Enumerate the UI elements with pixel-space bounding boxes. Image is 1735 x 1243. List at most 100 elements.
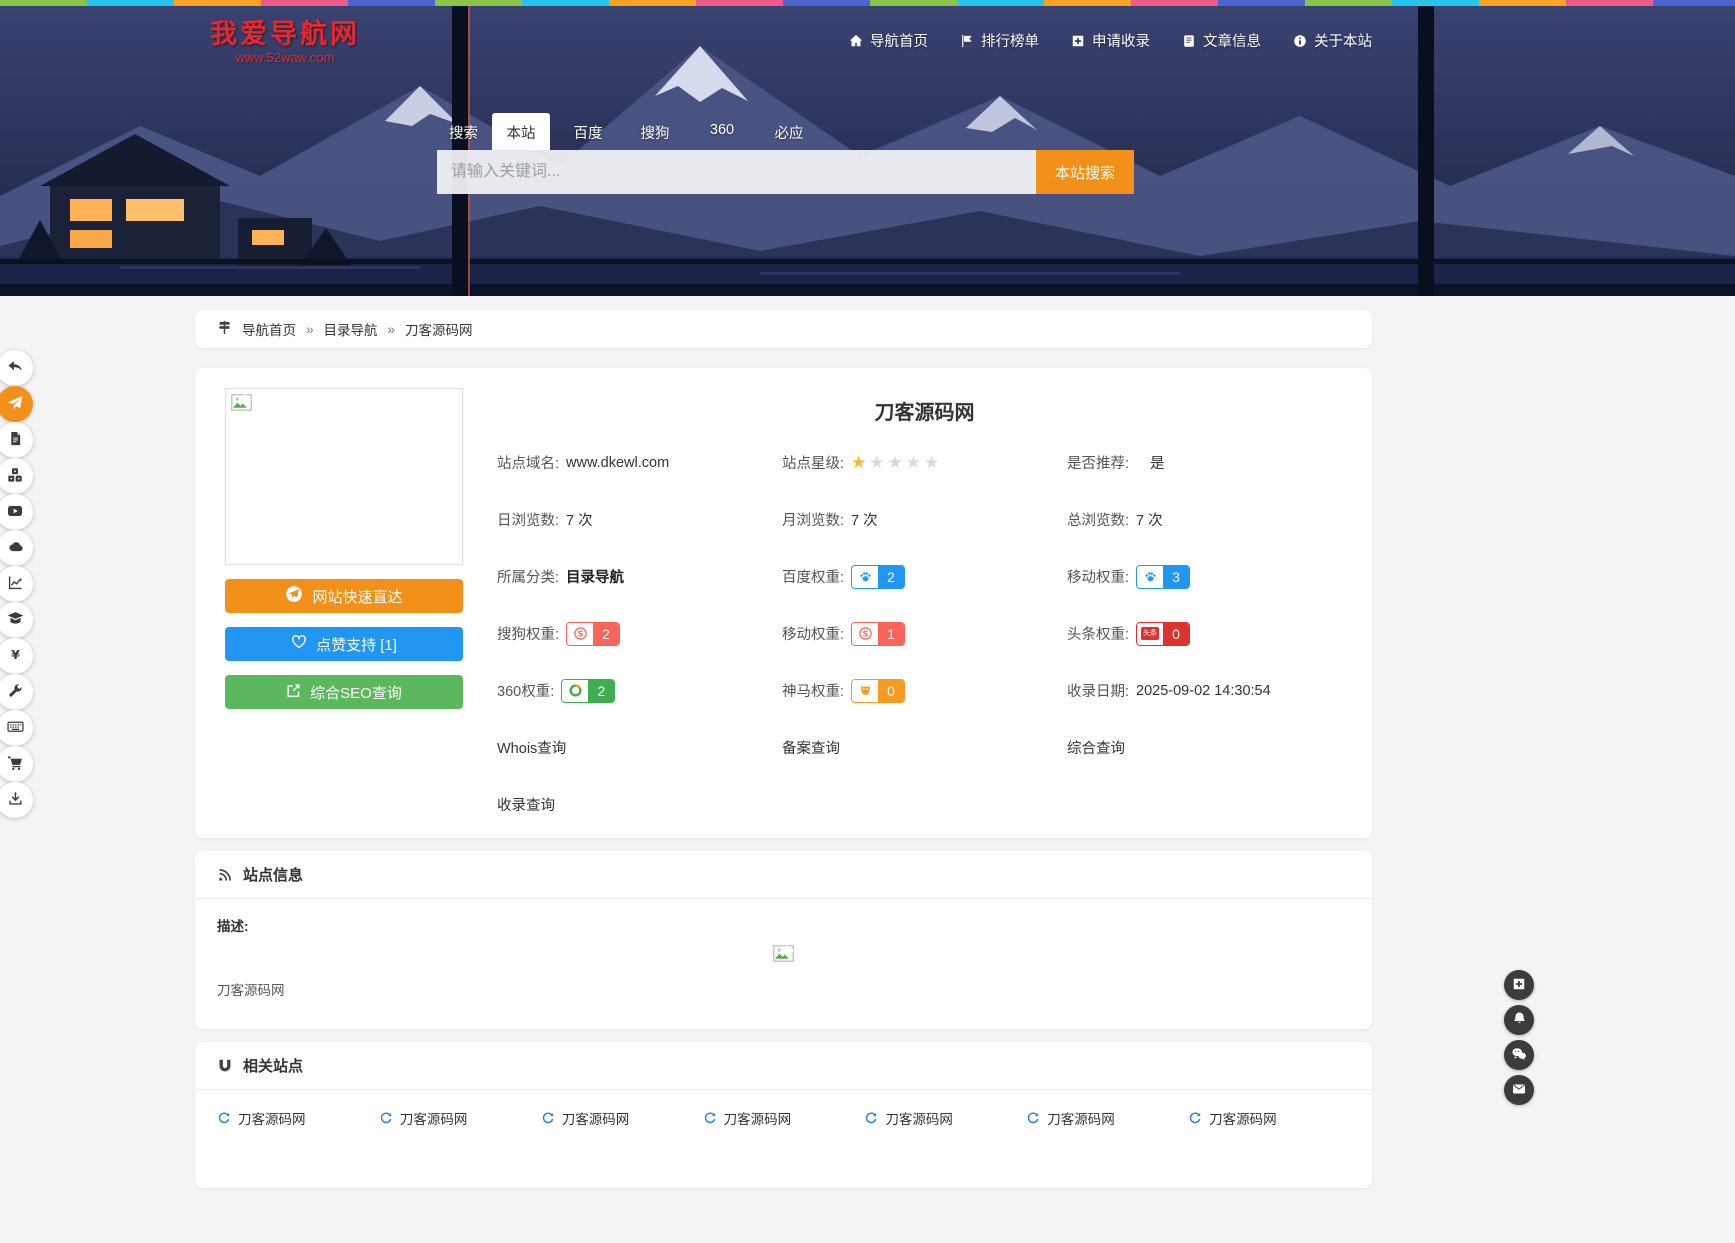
nav-item-flag[interactable]: 排行榜单: [960, 30, 1039, 51]
search-tab-搜狗[interactable]: 搜狗: [626, 113, 684, 150]
float-notify-button[interactable]: [1504, 1005, 1534, 1035]
star-icon: ★: [851, 453, 866, 473]
related-site-link[interactable]: 刀客源码网: [1026, 1108, 1188, 1128]
search-tab-百度[interactable]: 百度: [559, 113, 617, 150]
shenma-owl-icon: [852, 680, 878, 702]
search-tab-本站[interactable]: 本站: [492, 113, 550, 150]
site-info-heading: 站点信息: [243, 864, 303, 885]
nav-item-label: 申请收录: [1092, 30, 1150, 51]
related-sites-header: 相关站点: [195, 1042, 1372, 1090]
shenma-weight-badge[interactable]: 0: [851, 679, 905, 703]
zonghe-query-link[interactable]: 综合查询: [1067, 737, 1125, 758]
field-total-views: 总浏览数: 7 次: [1067, 508, 1352, 531]
nav-item-label: 导航首页: [870, 30, 928, 51]
float-mail-button[interactable]: [1504, 1075, 1534, 1105]
nav-item-label: 关于本站: [1314, 30, 1372, 51]
daily-views-value: 7 次: [566, 509, 593, 530]
sogou-weight-badge[interactable]: S 2: [566, 622, 620, 646]
info-icon: [1293, 34, 1307, 48]
baidu-paw-icon: [852, 566, 878, 588]
site-link-icon: [541, 1111, 555, 1125]
sidebar-item-youtube[interactable]: [0, 494, 33, 530]
seo-query-button[interactable]: 综合SEO查询: [225, 675, 463, 709]
main-content: 导航首页 » 目录导航 » 刀客源码网 网站快速直达 点赞支持 [1] 综合SE…: [195, 310, 1372, 1188]
field-baidu-mobile-weight: 移动权重: 3: [1067, 565, 1352, 588]
breadcrumb-separator: »: [306, 322, 314, 337]
related-sites-heading: 相关站点: [243, 1055, 303, 1076]
sidebar-item-paper-plane[interactable]: [0, 386, 33, 422]
nav-item-plus-square[interactable]: 申请收录: [1071, 30, 1150, 51]
logo-title: 我爱导航网: [200, 18, 370, 50]
seo-query-label: 综合SEO查询: [310, 682, 402, 703]
bell-icon: [1512, 1011, 1527, 1029]
related-site-link[interactable]: 刀客源码网: [1188, 1108, 1350, 1128]
site-link-icon: [217, 1111, 231, 1125]
float-wechat-button[interactable]: [1504, 1040, 1534, 1070]
field-daily-views: 日浏览数: 7 次: [497, 508, 782, 531]
broken-image-icon: [773, 950, 794, 965]
sidebar-item-cart[interactable]: [0, 746, 33, 782]
related-site-link[interactable]: 刀客源码网: [864, 1108, 1026, 1128]
field-shenma-weight: 神马权重: 0: [782, 679, 1067, 702]
description-image-placeholder: [217, 945, 1350, 965]
baidu-mobile-weight-badge[interactable]: 3: [1136, 565, 1190, 589]
site-info-column: 刀客源码网 站点域名: www.dkewl.com 站点星级: ★★★★★ 是否…: [463, 388, 1352, 816]
nav-item-label: 文章信息: [1203, 30, 1261, 51]
sidebar-item-cloud[interactable]: [0, 530, 33, 566]
whois-query-link[interactable]: Whois查询: [497, 737, 566, 758]
search-tab-360[interactable]: 360: [693, 113, 751, 150]
nav-item-home[interactable]: 导航首页: [849, 30, 928, 51]
heart-icon: [291, 634, 307, 654]
360-weight-badge[interactable]: 2: [561, 679, 615, 703]
site-screenshot-placeholder: [225, 388, 463, 565]
related-site-link[interactable]: 刀客源码网: [541, 1108, 703, 1128]
search-button[interactable]: 本站搜索: [1036, 150, 1134, 194]
360-ring-icon: [562, 680, 588, 702]
related-site-label: 刀客源码网: [885, 1108, 953, 1128]
toutiao-icon: 头条: [1137, 623, 1163, 645]
sidebar-item-wrench[interactable]: [0, 674, 33, 710]
related-sites-section: 相关站点 刀客源码网刀客源码网刀客源码网刀客源码网刀客源码网刀客源码网刀客源码网: [195, 1042, 1372, 1188]
external-link-icon: [286, 683, 301, 702]
sidebar-item-graduation-cap[interactable]: [0, 602, 33, 638]
related-site-label: 刀客源码网: [1047, 1108, 1115, 1128]
recommended-value: 是: [1150, 452, 1165, 473]
site-logo[interactable]: 我爱导航网 www.52waw.com: [200, 18, 370, 66]
yen-icon: ¥: [8, 647, 23, 665]
field-star-rating: 站点星级: ★★★★★: [782, 451, 1067, 474]
sidebar-item-download[interactable]: [0, 782, 33, 818]
baidu-weight-badge[interactable]: 2: [851, 565, 905, 589]
related-site-link[interactable]: 刀客源码网: [379, 1108, 541, 1128]
quick-visit-button[interactable]: 网站快速直达: [225, 579, 463, 613]
cloud-icon: [7, 538, 24, 558]
category-link[interactable]: 目录导航: [566, 566, 624, 587]
float-add-button[interactable]: [1504, 970, 1534, 1000]
breadcrumb-category[interactable]: 目录导航: [324, 319, 378, 339]
beian-query-link[interactable]: 备案查询: [782, 737, 840, 758]
sogou-mobile-weight-badge[interactable]: S 1: [851, 622, 905, 646]
field-toutiao-weight: 头条权重: 头条 0: [1067, 622, 1352, 645]
site-link-icon: [703, 1111, 717, 1125]
related-site-link[interactable]: 刀客源码网: [217, 1108, 379, 1128]
star-rating: ★★★★★: [851, 453, 942, 473]
sidebar-item-chart-line[interactable]: [0, 566, 33, 602]
svg-text:S: S: [577, 630, 583, 639]
toutiao-weight-badge[interactable]: 头条 0: [1136, 622, 1190, 646]
description-text: 刀客源码网: [217, 979, 1350, 999]
document-icon: [8, 431, 23, 449]
search-tab-必应[interactable]: 必应: [760, 113, 818, 150]
sidebar-item-reply[interactable]: [0, 350, 33, 386]
nav-item-info[interactable]: 关于本站: [1293, 30, 1372, 51]
breadcrumb-home[interactable]: 导航首页: [242, 319, 296, 339]
sidebar-item-keyboard[interactable]: [0, 710, 33, 746]
related-site-link[interactable]: 刀客源码网: [703, 1108, 865, 1128]
index-date-value: 2025-09-02 14:30:54: [1136, 683, 1271, 699]
search-input[interactable]: [437, 150, 1036, 194]
shoulu-query-link[interactable]: 收录查询: [497, 794, 555, 815]
sidebar-item-document[interactable]: [0, 422, 33, 458]
domain-value[interactable]: www.dkewl.com: [566, 455, 669, 471]
like-support-button[interactable]: 点赞支持 [1]: [225, 627, 463, 661]
sidebar-item-cubes[interactable]: [0, 458, 33, 494]
nav-item-book[interactable]: 文章信息: [1182, 30, 1261, 51]
sidebar-item-yen[interactable]: ¥: [0, 638, 33, 674]
